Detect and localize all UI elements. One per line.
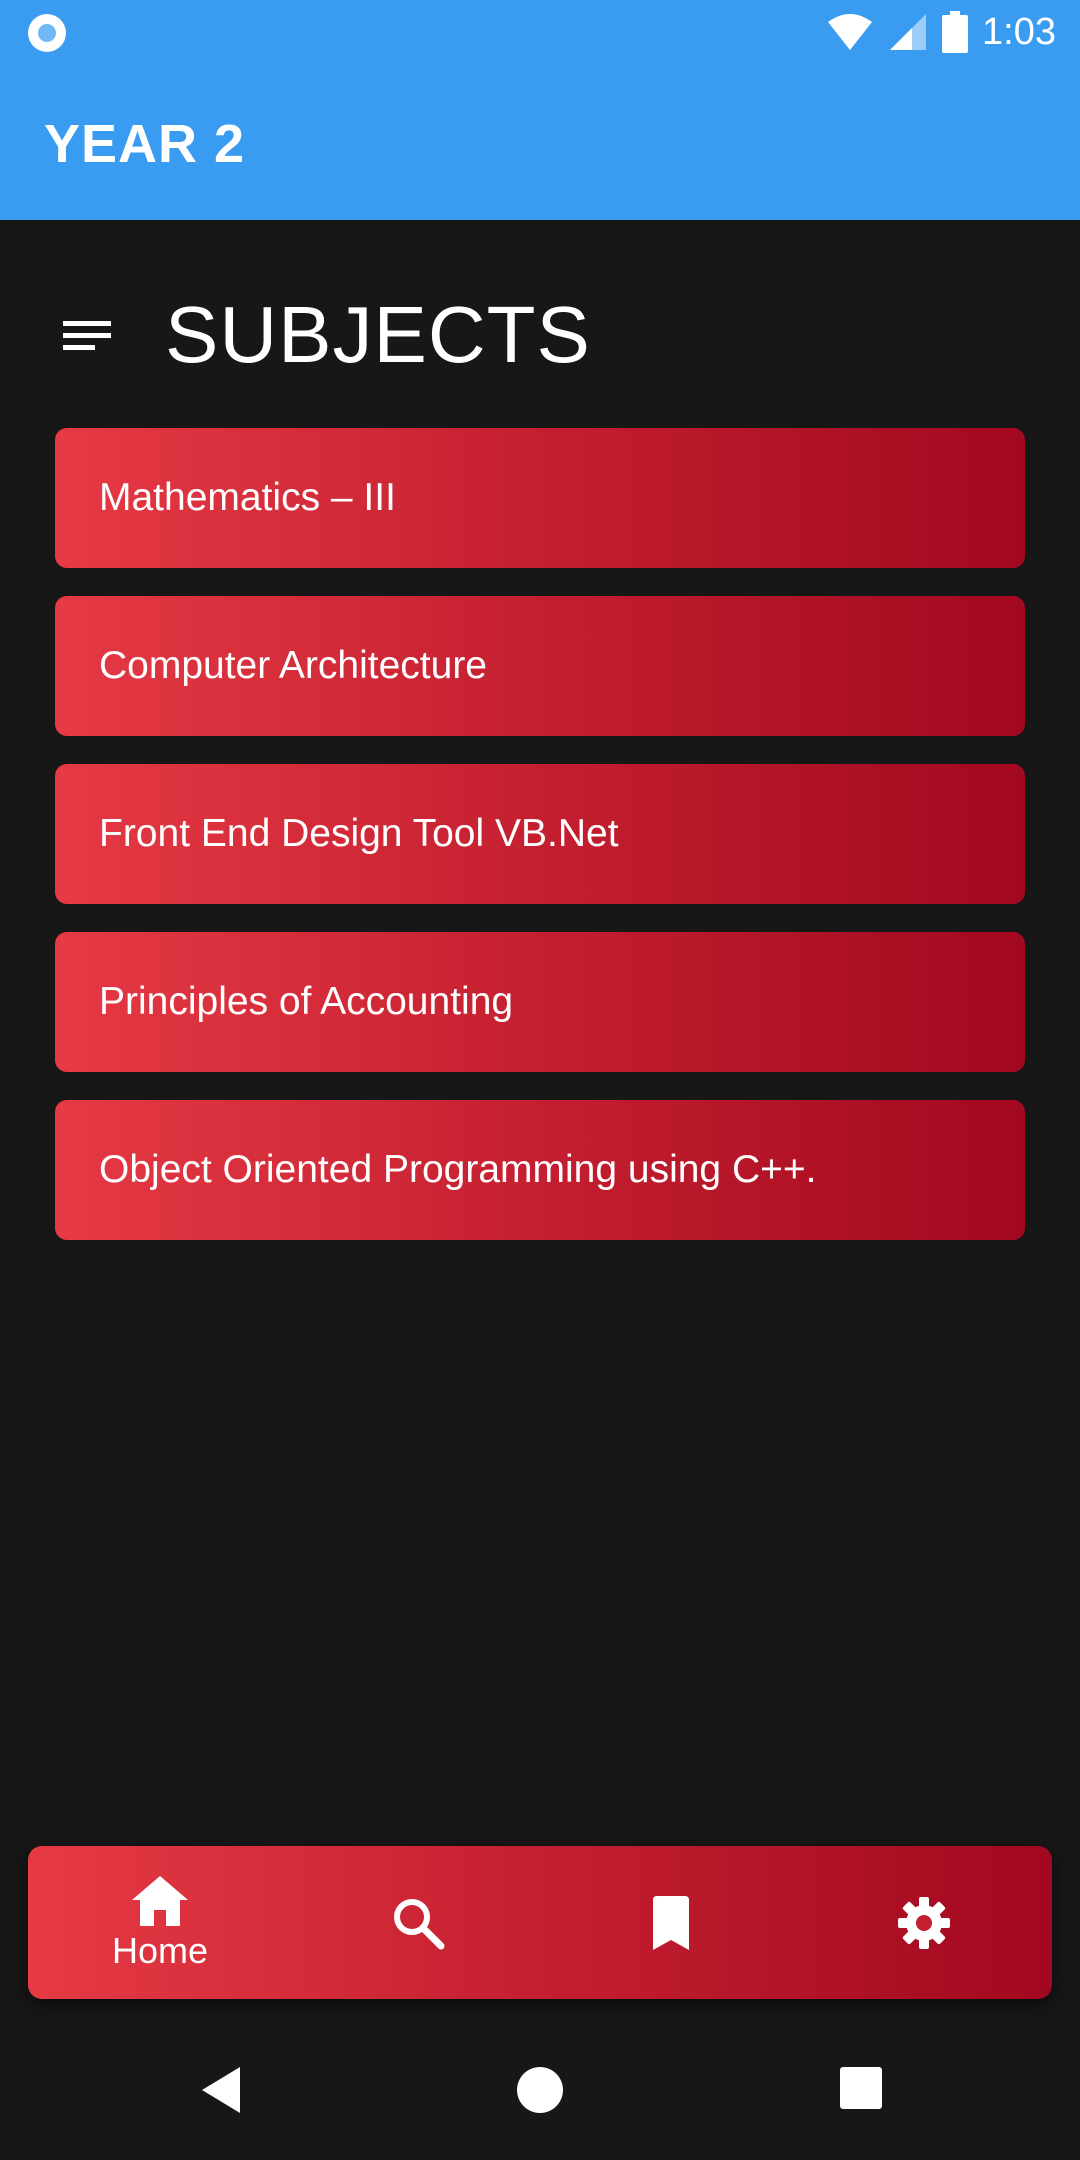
notification-icon: [28, 14, 66, 52]
nav-settings[interactable]: [824, 1846, 1024, 1999]
status-bar: 1:03: [0, 0, 1080, 63]
gear-icon: [898, 1896, 950, 1949]
subject-label: Computer Architecture: [99, 644, 488, 687]
battery-icon: [942, 11, 969, 53]
nav-home-label: Home: [111, 1929, 209, 1971]
subject-label: Object Oriented Programming using C++.: [99, 1148, 817, 1191]
back-icon[interactable]: [198, 2065, 244, 2115]
status-time: 1:03: [982, 10, 1056, 53]
page-title: SUBJECTS: [165, 290, 591, 379]
cell-signal-icon: [890, 14, 927, 50]
subject-item-computer-architecture[interactable]: Computer Architecture: [55, 596, 1025, 736]
app-title: YEAR 2: [44, 114, 246, 174]
subject-list: Mathematics – III Computer Architecture …: [55, 428, 1025, 1268]
search-icon: [394, 1898, 445, 1949]
bottom-nav: Home: [28, 1846, 1052, 1999]
section-header: SUBJECTS: [55, 285, 591, 385]
menu-icon[interactable]: [55, 313, 115, 357]
app-bar: YEAR 2: [0, 63, 1080, 220]
status-icons: 1:03: [826, 10, 1056, 54]
subject-label: Front End Design Tool VB.Net: [99, 812, 619, 855]
subject-item-accounting[interactable]: Principles of Accounting: [55, 932, 1025, 1072]
nav-bookmarks[interactable]: [571, 1846, 771, 1999]
recents-icon[interactable]: [838, 2065, 884, 2111]
nav-home[interactable]: Home: [60, 1846, 260, 1999]
system-nav-bar: [0, 2020, 1080, 2160]
home-circle-icon[interactable]: [515, 2065, 565, 2115]
wifi-icon: [828, 14, 873, 50]
subject-label: Mathematics – III: [99, 476, 396, 519]
subject-label: Principles of Accounting: [99, 980, 514, 1023]
subject-item-mathematics[interactable]: Mathematics – III: [55, 428, 1025, 568]
subject-item-vbnet[interactable]: Front End Design Tool VB.Net: [55, 764, 1025, 904]
home-icon: [132, 1875, 188, 1926]
bookmark-icon: [653, 1895, 689, 1950]
nav-search[interactable]: [318, 1846, 518, 1999]
subject-item-oop-cpp[interactable]: Object Oriented Programming using C++.: [55, 1100, 1025, 1240]
